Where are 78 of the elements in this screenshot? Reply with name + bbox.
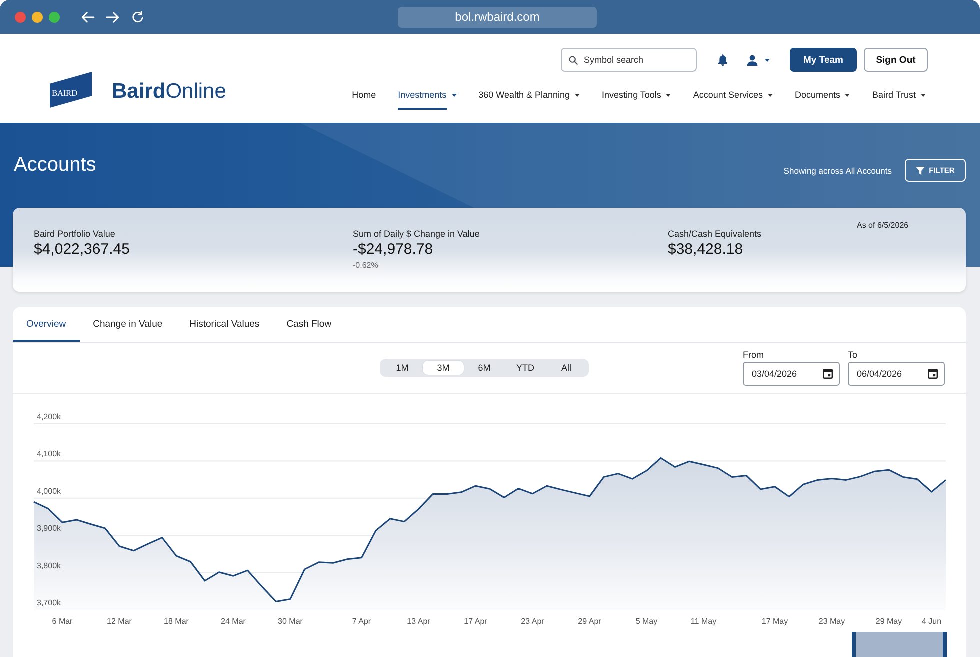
metric-change: -0.62%	[353, 261, 380, 270]
range-option[interactable]: All	[546, 361, 587, 375]
x-axis-label: 23 Apr	[521, 617, 544, 626]
caret-icon[interactable]	[765, 58, 770, 62]
nav-link[interactable]: Documents	[794, 90, 850, 110]
sign-out-button[interactable]: Sign Out	[864, 48, 928, 72]
x-axis-label: 4 Jun	[922, 617, 942, 626]
window-zoom-icon[interactable]	[49, 12, 60, 22]
y-axis-label: 4,000k	[37, 486, 62, 496]
as-of-date: As of 6/5/2026	[857, 220, 910, 232]
caret-icon[interactable]	[845, 94, 850, 97]
account-scope-text: Showing across All Accounts	[784, 166, 892, 176]
tab[interactable]: Cash Flow	[273, 307, 346, 342]
date-field[interactable]: 03/04/2026	[743, 362, 840, 386]
nav-link[interactable]: Baird Trust	[872, 90, 926, 110]
x-axis-label: 7 Apr	[352, 617, 372, 626]
navigator-handle[interactable]	[852, 632, 856, 657]
navigator-handle[interactable]	[943, 632, 947, 657]
brand-name[interactable]: BairdOnline	[112, 80, 226, 104]
x-axis-label: 11 May	[690, 617, 717, 626]
metric-value: $4,022,367.45	[34, 241, 131, 259]
calendar-icon[interactable]	[928, 369, 938, 379]
metric-value: $38,428.18	[668, 241, 744, 259]
x-axis-label: 30 Mar	[278, 617, 303, 626]
metric-label: Baird Portfolio Value	[34, 228, 116, 240]
x-axis-label: 5 May	[636, 617, 658, 626]
bell-icon[interactable]	[718, 54, 728, 66]
y-axis-label: 4,100k	[37, 450, 62, 459]
nav-link[interactable]: Investments	[398, 90, 457, 110]
y-axis-label: 4,200k	[37, 412, 62, 422]
x-axis-label: 29 May	[876, 617, 902, 626]
metric-label: Sum of Daily $ Change in Value	[353, 228, 481, 240]
page-title: Accounts	[14, 154, 96, 177]
my-team-button[interactable]: My Team	[790, 48, 857, 72]
y-axis-label: 3,800k	[37, 561, 62, 570]
nav-link[interactable]: 360 Wealth & Planning	[478, 90, 580, 110]
caret-icon[interactable]	[575, 94, 580, 97]
reload-icon[interactable]	[131, 10, 145, 24]
search-icon	[569, 56, 578, 64]
range-option[interactable]: YTD	[505, 361, 546, 375]
x-axis-label: 24 Mar	[221, 617, 246, 626]
tab[interactable]: Historical Values	[176, 307, 274, 342]
metric-value: -$24,978.78	[353, 241, 434, 259]
range-option[interactable]: 3M	[423, 361, 464, 375]
caret-icon[interactable]	[768, 94, 773, 97]
range-option[interactable]: 1M	[382, 361, 423, 375]
caret-icon[interactable]	[666, 94, 672, 97]
nav-link[interactable]: Account Services	[693, 90, 773, 110]
tab[interactable]: Overview	[13, 307, 80, 342]
calendar-icon[interactable]	[823, 369, 833, 379]
person-icon[interactable]	[747, 54, 758, 66]
search-field[interactable]: Symbol search	[561, 48, 697, 72]
window-minimize-icon[interactable]	[32, 12, 43, 22]
nav-link[interactable]: Investing Tools	[602, 90, 672, 110]
range-option[interactable]: 6M	[464, 361, 505, 375]
date-field[interactable]: 06/04/2026	[848, 362, 945, 386]
back-arrow-icon[interactable]	[81, 10, 95, 24]
y-axis-label: 3,700k	[37, 598, 62, 608]
y-axis-label: 3,900k	[37, 524, 62, 534]
date-label: From	[743, 350, 765, 361]
x-axis-label: 13 Apr	[407, 617, 430, 626]
caret-icon[interactable]	[452, 94, 457, 97]
x-axis-label: 17 May	[762, 617, 788, 626]
nav-link[interactable]: Home	[352, 90, 376, 110]
metric-label: Cash/Cash Equivalents	[668, 228, 763, 240]
date-label: To	[848, 350, 859, 361]
tab[interactable]: Change in Value	[80, 307, 176, 342]
x-axis-label: 17 Apr	[464, 617, 488, 626]
address-field[interactable]: bol.rwbaird.com	[398, 6, 597, 28]
x-axis-label: 18 Mar	[164, 617, 189, 626]
x-axis-label: 12 Mar	[107, 617, 132, 626]
funnel-icon	[916, 166, 926, 174]
caret-icon[interactable]	[921, 94, 926, 97]
forward-arrow-icon[interactable]	[106, 10, 120, 24]
x-axis-label: 6 Mar	[52, 617, 73, 626]
x-axis-label: 23 May	[818, 617, 846, 626]
x-axis-label: 29 Apr	[578, 617, 602, 626]
logo-badge[interactable]: BAIRD	[50, 72, 92, 108]
